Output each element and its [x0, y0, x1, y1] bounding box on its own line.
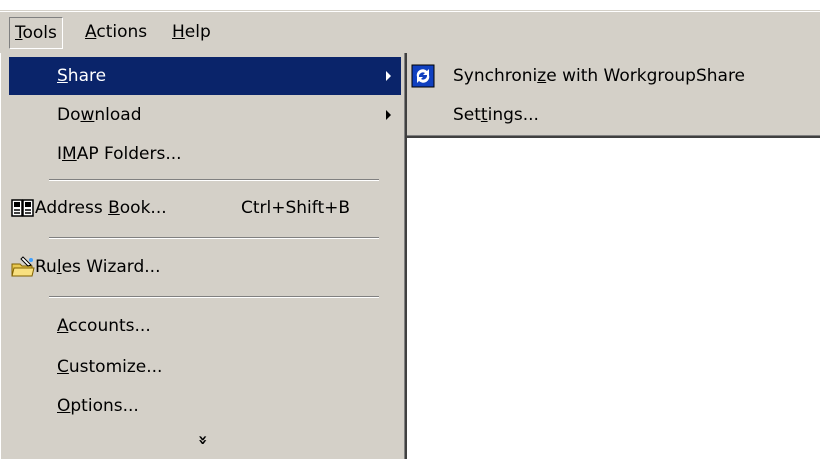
- menu-item-rules-wizard[interactable]: Rules Wizard...: [9, 248, 401, 286]
- menu-item-options[interactable]: Options...: [9, 387, 401, 425]
- sync-icon: [411, 64, 435, 88]
- menu-item-share[interactable]: Share: [9, 57, 401, 95]
- menu-item-imap-label: IMAP Folders...: [57, 144, 182, 164]
- menu-item-imap-folders[interactable]: IMAP Folders...: [9, 135, 401, 173]
- submenu-item-settings[interactable]: Settings...: [407, 96, 820, 134]
- submenu-arrow-icon: [386, 71, 391, 81]
- menu-help-accelerator: H: [172, 22, 185, 42]
- menu-item-download-label: Download: [57, 105, 142, 125]
- address-book-icon: [11, 199, 34, 217]
- share-submenu: Synchronize with WorkgroupShare Settings…: [407, 53, 820, 138]
- menu-item-rules-wizard-label: Rules Wizard...: [35, 257, 161, 277]
- expand-menu-chevron-icon[interactable]: »: [1, 425, 406, 455]
- menu-item-share-label: Share: [57, 66, 107, 86]
- submenu-item-synchronize[interactable]: Synchronize with WorkgroupShare: [407, 57, 820, 95]
- tools-menu: Share Download IMAP Folders... Address B…: [0, 53, 407, 459]
- menu-tools[interactable]: Tools: [9, 17, 63, 49]
- menu-item-address-book[interactable]: Address Book... Ctrl+Shift+B: [9, 189, 401, 227]
- menu-item-options-label: Options...: [57, 396, 139, 416]
- menu-actions[interactable]: Actions: [80, 17, 152, 49]
- menu-separator: [49, 179, 379, 181]
- submenu-item-settings-label: Settings...: [453, 105, 539, 125]
- top-rule: [0, 0, 820, 11]
- address-book-shortcut: Ctrl+Shift+B: [241, 198, 351, 218]
- menu-bar: Tools Actions Help: [0, 11, 820, 53]
- submenu-arrow-icon: [386, 110, 391, 120]
- menu-separator: [49, 237, 379, 239]
- menu-item-download[interactable]: Download: [9, 96, 401, 134]
- menu-item-address-book-label: Address Book...: [35, 198, 167, 218]
- menu-actions-accelerator: A: [85, 22, 97, 42]
- submenu-item-synchronize-label: Synchronize with WorkgroupShare: [453, 66, 746, 86]
- menu-help[interactable]: Help: [167, 17, 216, 49]
- menu-separator: [49, 296, 379, 298]
- menu-item-accounts[interactable]: Accounts...: [9, 307, 401, 345]
- rules-wizard-icon: [11, 256, 35, 277]
- menu-item-customize-label: Customize...: [57, 357, 163, 377]
- menu-tools-accelerator: T: [15, 23, 23, 43]
- menu-item-accounts-label: Accounts...: [57, 316, 151, 336]
- menu-item-customize[interactable]: Customize...: [9, 348, 401, 386]
